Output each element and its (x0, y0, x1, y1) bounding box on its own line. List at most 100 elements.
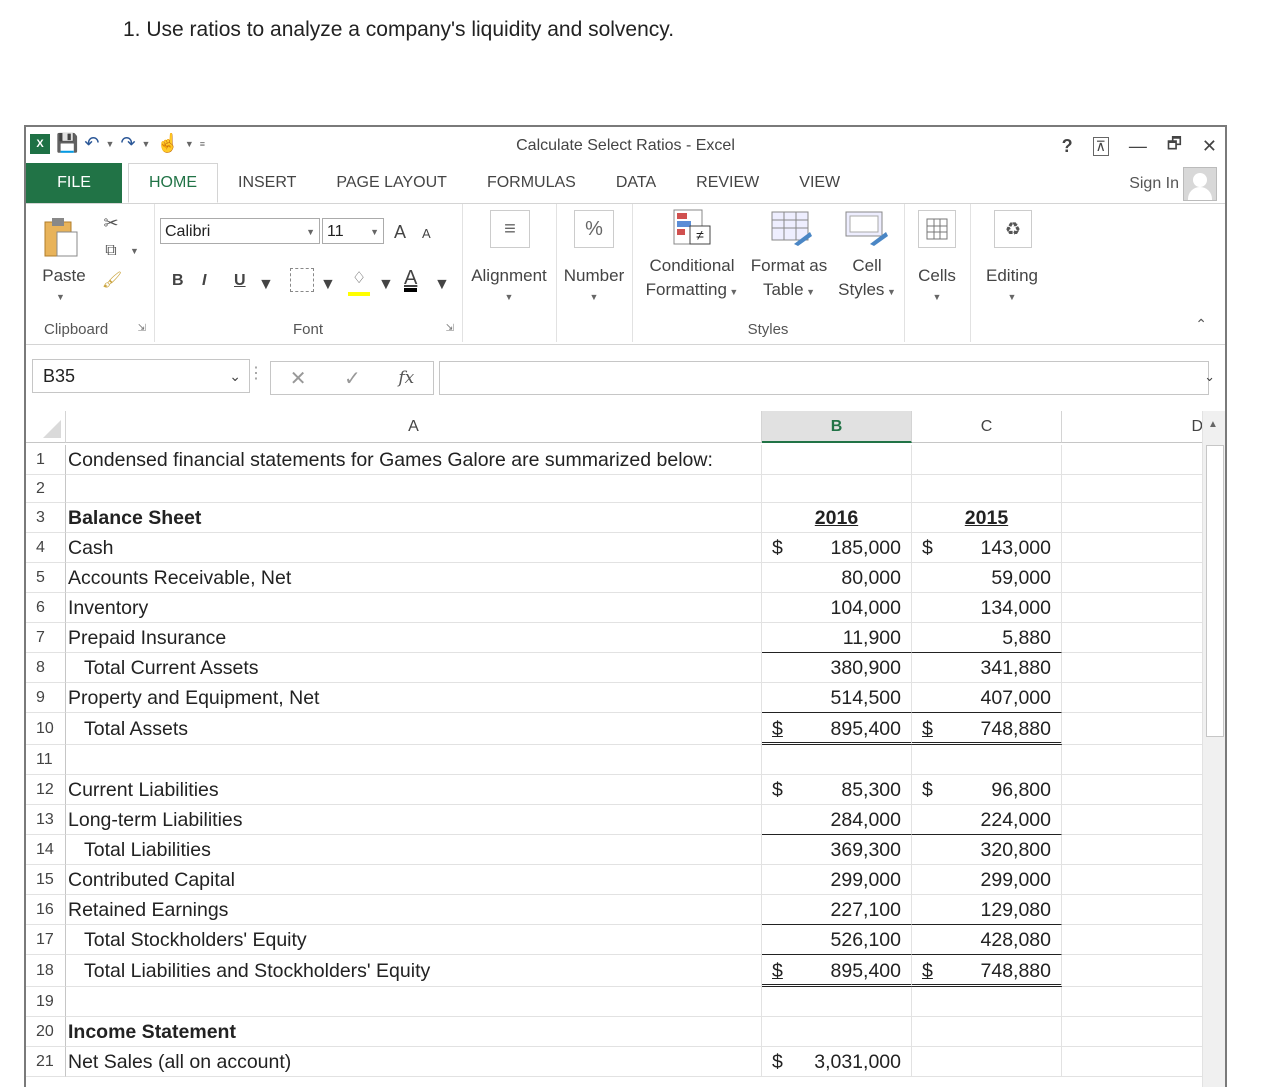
cell-d[interactable] (1062, 865, 1210, 895)
cell-a[interactable]: Accounts Receivable, Net (66, 563, 762, 593)
cell-b[interactable]: $895,400 (762, 713, 912, 745)
ribbon-display-icon[interactable]: ⊼ (1092, 137, 1109, 156)
cell-a[interactable] (66, 987, 762, 1017)
row-header[interactable]: 15 (26, 865, 66, 895)
cell-d[interactable] (1062, 955, 1210, 987)
cell-a[interactable]: Total Assets (66, 713, 762, 745)
collapse-ribbon-icon[interactable]: ⌃ (1195, 316, 1207, 333)
row-header[interactable]: 21 (26, 1047, 66, 1077)
row-header[interactable]: 14 (26, 835, 66, 865)
conditional-formatting-label[interactable]: Conditional Formatting ▼ (640, 254, 744, 304)
cell-d[interactable] (1062, 1017, 1210, 1047)
cell-c[interactable]: 428,080 (912, 925, 1062, 955)
name-box-dropdown-icon[interactable]: ⌄ (229, 360, 241, 392)
cell-d[interactable] (1062, 925, 1210, 955)
cell-d[interactable] (1062, 533, 1210, 563)
cell-a[interactable]: Inventory (66, 593, 762, 623)
number-label[interactable]: Number (556, 266, 632, 286)
copy-dropdown-icon[interactable]: ▼ (130, 246, 139, 256)
cell-d[interactable] (1062, 987, 1210, 1017)
clipboard-launcher-icon[interactable]: ⇲ (138, 323, 146, 334)
row-header[interactable]: 4 (26, 533, 66, 563)
bold-button[interactable]: B (172, 272, 184, 290)
cell-d[interactable] (1062, 623, 1210, 653)
borders-dropdown-icon[interactable]: ▼ (320, 276, 336, 294)
editing-group[interactable]: ♻ Editing ▼ (970, 204, 1054, 342)
underline-dropdown-icon[interactable]: ▼ (258, 276, 274, 294)
tab-formulas[interactable]: FORMULAS (467, 163, 596, 203)
tab-page-layout[interactable]: PAGE LAYOUT (316, 163, 467, 203)
cell-a[interactable]: Cash (66, 533, 762, 563)
cell-a[interactable]: Total Liabilities and Stockholders' Equi… (66, 955, 762, 987)
cell-a[interactable]: Total Liabilities (66, 835, 762, 865)
row-header[interactable]: 3 (26, 503, 66, 533)
vertical-scrollbar[interactable]: ▲ (1202, 411, 1225, 1087)
row-header[interactable]: 13 (26, 805, 66, 835)
cell-b[interactable] (762, 475, 912, 503)
cell-c[interactable]: $748,880 (912, 713, 1062, 745)
tab-review[interactable]: REVIEW (676, 163, 779, 203)
cell-a[interactable]: Income Statement (66, 1017, 762, 1047)
cell-a[interactable]: Total Current Assets (66, 653, 762, 683)
shrink-font-button[interactable]: A (422, 226, 431, 241)
cell-d[interactable] (1062, 563, 1210, 593)
cell-c[interactable]: $143,000 (912, 533, 1062, 563)
cells-dropdown-icon[interactable]: ▼ (904, 292, 970, 302)
row-header[interactable]: 11 (26, 745, 66, 775)
cell-styles-dropdown-icon[interactable]: ▼ (884, 287, 896, 297)
font-color-button[interactable]: A (404, 268, 418, 292)
font-size-select[interactable]: 11 ▼ (322, 218, 384, 244)
scrollbar-thumb[interactable] (1206, 445, 1224, 737)
cell-d[interactable] (1062, 503, 1210, 533)
cell-d[interactable] (1062, 775, 1210, 805)
cell-a[interactable]: Long-term Liabilities (66, 805, 762, 835)
alignment-dropdown-icon[interactable]: ▼ (462, 292, 556, 302)
font-color-dropdown-icon[interactable]: ▼ (434, 276, 450, 294)
editing-dropdown-icon[interactable]: ▼ (970, 292, 1054, 302)
alignment-label[interactable]: Alignment (462, 266, 556, 286)
number-dropdown-icon[interactable]: ▼ (556, 292, 632, 302)
conditional-dropdown-icon[interactable]: ▼ (727, 287, 738, 297)
row-header[interactable]: 20 (26, 1017, 66, 1047)
row-header[interactable]: 7 (26, 623, 66, 653)
format-as-table-label[interactable]: Format as Table ▼ (744, 254, 834, 304)
tab-home[interactable]: HOME (128, 163, 218, 203)
cell-b[interactable]: 514,500 (762, 683, 912, 713)
grow-font-button[interactable]: A (394, 222, 406, 243)
cell-a[interactable]: Condensed financial statements for Games… (66, 445, 762, 475)
row-header[interactable]: 9 (26, 683, 66, 713)
row-header[interactable]: 5 (26, 563, 66, 593)
cell-c[interactable]: 2015 (912, 503, 1062, 533)
name-box[interactable]: B35 ⌄ (32, 359, 250, 393)
cell-b[interactable]: 380,900 (762, 653, 912, 683)
column-header-c[interactable]: C (912, 411, 1062, 443)
cell-c[interactable] (912, 475, 1062, 503)
cell-a[interactable]: Retained Earnings (66, 895, 762, 925)
cell-d[interactable] (1062, 1047, 1210, 1077)
fill-color-dropdown-icon[interactable]: ▼ (378, 276, 394, 294)
format-as-table-dropdown-icon[interactable]: ▼ (804, 287, 815, 297)
cells-label[interactable]: Cells (904, 266, 970, 286)
format-as-table-icon[interactable] (770, 208, 814, 248)
tab-data[interactable]: DATA (596, 163, 676, 203)
cell-b[interactable]: 2016 (762, 503, 912, 533)
cell-a[interactable]: Prepaid Insurance (66, 623, 762, 653)
cell-c[interactable]: 134,000 (912, 593, 1062, 623)
cell-d[interactable] (1062, 713, 1210, 745)
cell-c[interactable]: 59,000 (912, 563, 1062, 593)
cell-c[interactable] (912, 1047, 1062, 1077)
conditional-formatting-icon[interactable]: ≠ (672, 208, 714, 248)
cell-c[interactable]: 320,800 (912, 835, 1062, 865)
sign-in-label[interactable]: Sign In (1129, 175, 1179, 193)
minimize-icon[interactable]: — (1129, 136, 1147, 157)
cell-d[interactable] (1062, 895, 1210, 925)
cell-b[interactable]: 11,900 (762, 623, 912, 653)
cell-a[interactable]: Total Stockholders' Equity (66, 925, 762, 955)
row-header[interactable]: 8 (26, 653, 66, 683)
paste-button[interactable] (38, 214, 84, 260)
paste-dropdown-icon[interactable]: ▼ (56, 292, 65, 302)
font-size-dropdown-icon[interactable]: ▼ (370, 219, 379, 245)
cell-b[interactable] (762, 745, 912, 775)
cell-d[interactable] (1062, 445, 1210, 475)
cell-d[interactable] (1062, 745, 1210, 775)
